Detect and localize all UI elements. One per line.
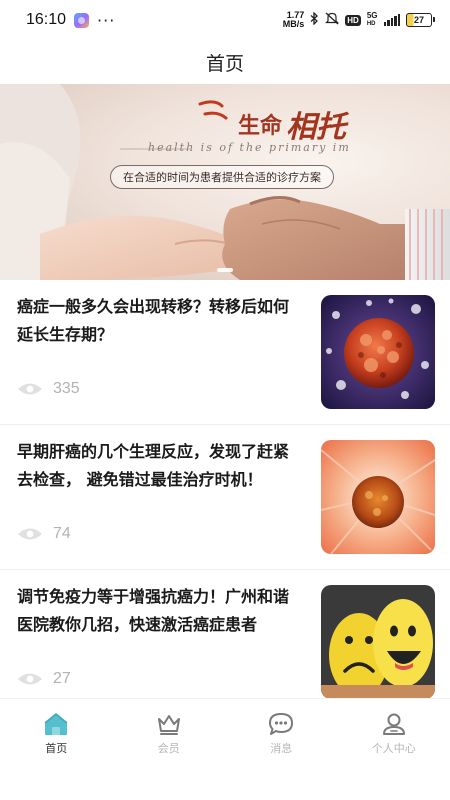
crown-icon: [157, 715, 180, 735]
view-count: 27: [53, 670, 71, 687]
smile-sad-faces-image: [321, 585, 435, 699]
message-icon: [269, 713, 294, 735]
signal-label-top: 5G: [366, 11, 378, 20]
page-title: 首页: [205, 52, 244, 75]
banner-tagline: 在合适的时间为患者提供合适的诊疗方案: [110, 165, 334, 189]
home-icon: [44, 713, 68, 735]
tab-label: 消息: [270, 742, 293, 755]
battery-icon: 27: [406, 13, 435, 27]
banner-headline-big: 相托: [286, 110, 347, 145]
news-item[interactable]: 调节免疫力等于增强抗癌力！广州和谐医院教你几招，快速激活癌症患者 27: [0, 570, 450, 715]
more-icon: ···: [97, 10, 116, 30]
banner-headline: 生命 相托: [238, 102, 346, 146]
news-views: 27: [17, 670, 71, 688]
news-views: 335: [17, 380, 80, 398]
signal-label: 5G HD: [367, 12, 378, 28]
tab-messages[interactable]: 消息: [225, 699, 338, 764]
battery-level: 27: [413, 15, 424, 25]
network-speed: 1.77 MB/s: [283, 11, 305, 29]
liver-cancer-cell-image: [321, 440, 435, 554]
news-list: 癌症一般多久会出现转移？转移后如何延长生存期？ 335 早期肝癌的几个生理反应，…: [0, 280, 450, 715]
news-item[interactable]: 癌症一般多久会出现转移？转移后如何延长生存期？ 335: [0, 280, 450, 425]
banner-headline-small: 生命: [238, 113, 283, 139]
news-title: 早期肝癌的几个生理反应，发现了赶紧去检查， 避免错过最佳治疗时机！: [17, 442, 290, 489]
eye-icon: [18, 528, 42, 540]
eye-icon: [18, 383, 42, 395]
status-bar: 16:10 ··· 1.77 MB/s HD 5G HD 27: [0, 0, 450, 40]
bluetooth-icon: [310, 11, 319, 28]
network-speed-unit: MB/s: [282, 19, 305, 29]
news-title: 癌症一般多久会出现转移？转移后如何延长生存期？: [17, 297, 290, 344]
user-icon: [382, 713, 405, 735]
status-time: 16:10: [26, 11, 67, 28]
carousel-indicator: [217, 268, 233, 272]
signal-label-bottom: HD: [366, 21, 376, 27]
tab-member[interactable]: 会员: [113, 699, 226, 764]
tab-label: 会员: [157, 742, 180, 755]
app-badge-icon: [74, 12, 90, 28]
bottom-tab-bar: 首页 会员 消息 个人中心: [0, 698, 450, 764]
signal-icon: [383, 14, 400, 26]
banner-english-text: health is of the primary im: [148, 141, 351, 154]
eye-icon: [18, 673, 42, 685]
cancer-cell-image: [321, 295, 435, 409]
news-item[interactable]: 早期肝癌的几个生理反应，发现了赶紧去检查， 避免错过最佳治疗时机！ 74: [0, 425, 450, 570]
tab-profile[interactable]: 个人中心: [338, 699, 450, 764]
tab-home[interactable]: 首页: [0, 699, 113, 764]
mute-icon: [325, 12, 340, 28]
bottom-safe-area: [0, 764, 450, 800]
view-count: 74: [53, 525, 71, 542]
hd-icon: HD: [345, 14, 361, 26]
tab-label: 首页: [45, 742, 68, 755]
news-title: 调节免疫力等于增强抗癌力！广州和谐医院教你几招，快速激活癌症患者: [17, 587, 290, 634]
hero-banner[interactable]: 生命 相托 health is of the primary im 在合适的时间…: [0, 84, 450, 280]
news-views: 74: [17, 525, 71, 543]
tab-label: 个人中心: [371, 742, 416, 755]
view-count: 335: [53, 380, 80, 397]
